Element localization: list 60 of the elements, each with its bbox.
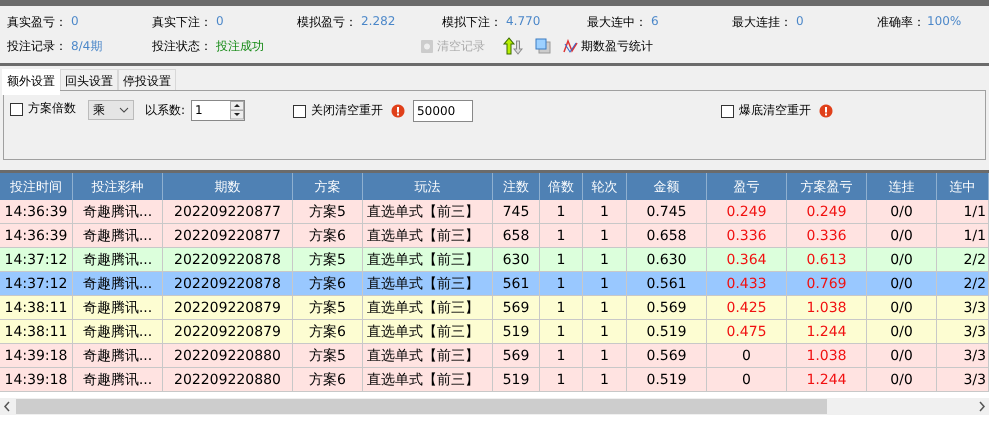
operator-dropdown[interactable]: 乘	[88, 100, 134, 120]
stat-value: 100%	[927, 14, 962, 30]
stat-value: 投注成功	[216, 38, 264, 54]
table-cell: 方案6	[293, 368, 363, 392]
stat-label: 真实盈亏：	[7, 14, 68, 30]
table-row[interactable]: 14:39:18 奇趣腾讯... 202209220880 方案5 直选单式【前三】 569 1 1 0.569 0 1.038 0/0 3/3	[0, 344, 989, 368]
table-row[interactable]: 14:37:12 奇趣腾讯... 202209220878 方案5 直选单式【前三】 630 1 1 0.630 0.364 0.613 0/0 2/2	[0, 248, 989, 272]
stat-value: 4.770	[506, 14, 540, 30]
table-cell: 0/0	[867, 368, 937, 392]
stat-label: 最大连挂：	[732, 14, 793, 30]
table-row[interactable]: 14:38:11 奇趣腾讯... 202209220879 方案5 直选单式【前三】 569 1 1 0.569 0.425 1.038 0/0 3/3	[0, 296, 989, 320]
table-row[interactable]: 14:39:18 奇趣腾讯... 202209220880 方案6 直选单式【前三】 519 1 1 0.519 0 1.244 0/0 3/3	[0, 368, 989, 392]
table-cell: 奇趣腾讯...	[73, 368, 163, 392]
table-cell: 519	[493, 368, 540, 392]
period-stats-button[interactable]: 期数盈亏统计	[561, 38, 655, 54]
checkbox-label: 方案倍数	[28, 100, 76, 117]
table-cell: 1	[540, 368, 583, 392]
window-icon[interactable]	[535, 38, 551, 54]
warning-icon	[391, 104, 406, 118]
checkbox[interactable]	[293, 105, 306, 118]
stat-value: 0	[796, 14, 804, 30]
sort-arrows-icon[interactable]	[503, 37, 523, 55]
caret-icon	[119, 107, 129, 113]
stat-label: 投注记录：	[7, 38, 68, 54]
warning-icon	[819, 104, 834, 118]
table-row[interactable]: 14:38:11 奇趣腾讯... 202209220879 方案6 直选单式【前三】 519 1 1 0.519 0.475 1.244 0/0 3/3	[0, 320, 989, 344]
tab[interactable]: 停投设置	[118, 69, 176, 90]
table-row[interactable]: 14:36:39 奇趣腾讯... 202209220877 方案5 直选单式【前三】 745 1 1 0.745 0.249 0.249 0/0 1/1	[0, 200, 989, 224]
stat-value: 0	[216, 14, 224, 30]
table-cell: 3/3	[937, 368, 989, 392]
stat-label: 模拟下注：	[442, 14, 503, 30]
stat-label: 最大连中：	[587, 14, 648, 30]
stat-label: 真实下注：	[152, 14, 213, 30]
table-cell: 14:39:18	[0, 368, 73, 392]
table-cell: 0.519	[627, 368, 707, 392]
table-row[interactable]: 14:37:12 奇趣腾讯... 202209220878 方案6 直选单式【前三】 561 1 1 0.561 0.433 0.769 0/0 2/2	[0, 272, 989, 296]
scrollbar-thumb[interactable]	[16, 399, 827, 414]
tab[interactable]: 额外设置	[2, 69, 60, 95]
stat-value: 6	[651, 14, 659, 30]
stat-value: 2.282	[361, 14, 396, 30]
table-cell: 直选单式【前三】	[363, 368, 493, 392]
checkbox-label: 关闭清空重开	[311, 102, 384, 119]
stat-label: 准确率：	[877, 14, 926, 30]
stat-label: 模拟盈亏：	[297, 14, 358, 30]
stat-label: 投注状态：	[152, 38, 213, 54]
factor-label: 以系数:	[145, 102, 186, 119]
stat-value: 0	[71, 14, 79, 30]
stat-value: 8/4期	[71, 38, 102, 54]
table-cell: 202209220880	[163, 368, 293, 392]
factor-spinner[interactable]: 1	[191, 100, 246, 121]
table-cell: 1.244	[787, 368, 867, 392]
table-row[interactable]: 14:36:39 奇趣腾讯... 202209220877 方案6 直选单式【前三】 658 1 1 0.658 0.336 0.336 0/0 1/1	[0, 224, 989, 248]
checkbox-label: 爆底清空重开	[739, 102, 812, 119]
amount-field[interactable]: 50000	[413, 100, 474, 122]
checkbox[interactable]	[721, 105, 734, 118]
checkbox[interactable]	[10, 103, 23, 116]
table-cell: 0	[707, 368, 787, 392]
line-chart-icon	[563, 39, 578, 53]
tab[interactable]: 回头设置	[60, 69, 118, 90]
table-cell: 1	[583, 368, 627, 392]
